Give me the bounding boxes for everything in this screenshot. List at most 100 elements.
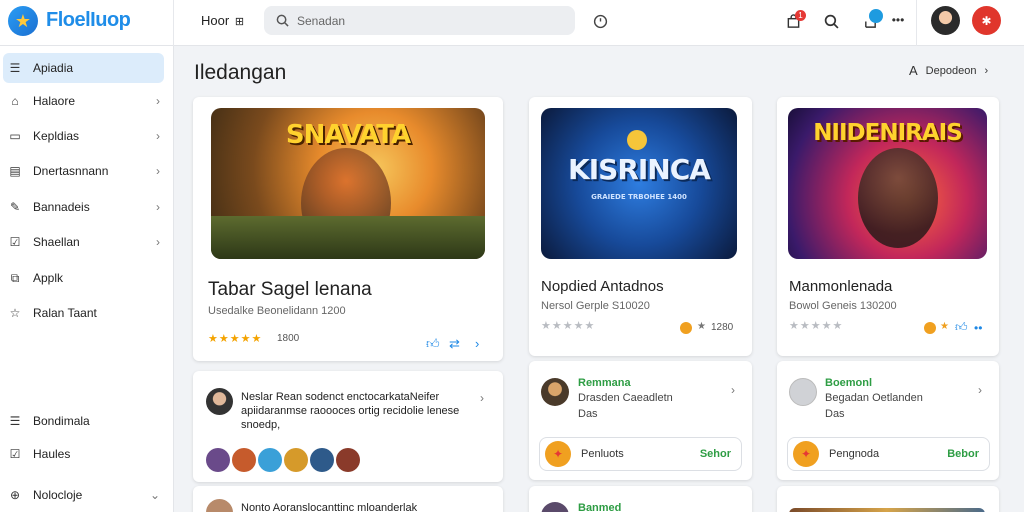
sidebar-item-label: Kepldias xyxy=(33,129,80,143)
sidebar-item-label: Ralan Taant xyxy=(33,306,97,320)
comment-card[interactable]: Neslar Rean sodenct enctocarkataNeifer a… xyxy=(193,371,503,482)
player-card[interactable]: Remmana Drasden Caeadletn Das › ✦ Penluo… xyxy=(529,361,752,480)
sidebar-item-label: Shaellan xyxy=(33,235,80,249)
chevron-right-icon: › xyxy=(156,129,160,143)
app-logo-icon[interactable]: ★ xyxy=(8,6,38,36)
pill-action-button[interactable]: Sehor xyxy=(700,448,731,460)
sidebar-item[interactable]: ⧉ Applk xyxy=(3,263,164,293)
character-figure xyxy=(858,148,938,248)
pill-action-button[interactable]: Bebor xyxy=(947,448,979,460)
chevron-right-icon[interactable]: › xyxy=(978,383,982,397)
action-pill[interactable]: ✦ Pengnoda Bebor xyxy=(787,437,990,471)
more-icon[interactable]: ••• xyxy=(888,11,908,29)
avatar[interactable] xyxy=(284,448,308,472)
sidebar-item[interactable]: ▭ Kepldias › xyxy=(3,121,164,151)
sidebar-item[interactable]: ☆ Ralan Taant xyxy=(3,298,164,328)
player-name: Remmana xyxy=(578,377,631,389)
search-bar[interactable] xyxy=(264,6,575,35)
divider xyxy=(173,0,174,46)
sidebar-item[interactable]: ⊕ Nolocloje ⌄ xyxy=(3,480,164,510)
ground xyxy=(211,216,485,259)
avatar[interactable] xyxy=(931,6,960,35)
game-subtitle: Nersol Gerple S10020 xyxy=(541,300,650,312)
edit-icon: ✎ xyxy=(9,200,21,214)
clock-icon[interactable] xyxy=(591,12,609,30)
app-brand[interactable]: FloelIuop xyxy=(46,9,131,32)
sidebar: ☰ Apiadia ⌂ Halaore › ▭ Kepldias › ▤ Dnertasnnann… xyxy=(0,46,174,512)
sort-icon: A xyxy=(909,63,918,78)
grid-icon: ⊞ xyxy=(234,16,245,28)
player-name: Boemonl xyxy=(825,377,873,389)
sidebar-item[interactable]: ☑ Haules xyxy=(3,439,164,469)
player-card[interactable]: Banmed xyxy=(529,486,752,512)
game-art xyxy=(789,508,985,512)
action-pill[interactable]: ✦ Penluots Sehor xyxy=(539,437,742,471)
divider xyxy=(916,0,917,46)
more-icon[interactable]: •• xyxy=(974,321,982,335)
coin-icon xyxy=(924,322,936,334)
avatar[interactable] xyxy=(232,448,256,472)
game-card[interactable]: KISRINCA GRAIEDE TRBOHEE 1400 Nopdied An… xyxy=(529,97,752,356)
avatar[interactable] xyxy=(336,448,360,472)
avatar[interactable] xyxy=(258,448,282,472)
sort-link[interactable]: A Depodeon › xyxy=(909,63,988,78)
search-input[interactable] xyxy=(297,13,537,28)
comment-text: Nonto Aoranslocanttinc mloanderlak xyxy=(241,502,418,512)
sidebar-item[interactable]: ☑ Shaellan › xyxy=(3,227,164,257)
sidebar-item-label: Nolocloje xyxy=(33,488,83,502)
featured-game-card[interactable]: SNAVATA Tabar Sagel lenana Usedalke Beon… xyxy=(193,97,503,361)
notification-badge: 1 xyxy=(795,10,806,21)
sidebar-item[interactable]: ✎ Bannadeis › xyxy=(3,192,164,222)
avatar-row xyxy=(206,448,360,472)
avatar xyxy=(541,502,569,512)
check-icon: ☑ xyxy=(9,447,21,461)
comment-card[interactable]: Nonto Aoranslocanttinc mloanderlak xyxy=(193,486,503,512)
puzzle-icon: ⧉ xyxy=(10,270,20,285)
star-icon: ★ xyxy=(940,321,949,332)
list-icon: ☰ xyxy=(9,414,21,428)
sidebar-item-label: Bondimala xyxy=(33,414,90,428)
avatar xyxy=(541,378,569,406)
globe-icon: ⊕ xyxy=(9,488,21,502)
game-title: Tabar Sagel lenana xyxy=(208,279,372,300)
avatar xyxy=(789,378,817,406)
chat-icon[interactable] xyxy=(869,9,883,23)
like-icon[interactable]: 👍︎ xyxy=(955,320,968,335)
home-link[interactable]: Hoor ⊞ xyxy=(201,13,244,28)
art-title: KISRINCA xyxy=(568,153,711,186)
sidebar-item[interactable]: ⌂ Halaore › xyxy=(3,86,164,116)
avatar[interactable] xyxy=(310,448,334,472)
rating-stars: ★★★★★ xyxy=(789,320,844,332)
top-bar: ★ FloelIuop Hoor ⊞ 1 ••• ✱ xyxy=(0,0,1024,46)
search-icon xyxy=(276,14,289,27)
player-card[interactable]: Boemonl Begadan Oetlanden Das › ✦ Pengno… xyxy=(777,361,999,480)
chevron-right-icon[interactable]: › xyxy=(731,383,735,397)
art-title: NIIDENIRAIS xyxy=(813,120,963,146)
page-title: Iledangan xyxy=(194,61,287,84)
window-icon: ▭ xyxy=(9,129,21,143)
sidebar-item[interactable]: ▤ Dnertasnnann › xyxy=(3,156,164,186)
art-title: SNAVATA xyxy=(285,120,411,150)
chevron-right-icon[interactable]: › xyxy=(475,336,479,351)
sidebar-item-label: Dnertasnnann xyxy=(33,164,109,178)
game-subtitle: Bowol Geneis 130200 xyxy=(789,300,897,312)
sort-label: Depodeon xyxy=(925,64,977,77)
star-icon: ☆ xyxy=(9,306,21,320)
like-icon[interactable]: 👍︎ xyxy=(426,336,440,352)
avatar[interactable] xyxy=(206,448,230,472)
sidebar-item[interactable]: ☰ Apiadia xyxy=(3,53,164,83)
search-icon[interactable] xyxy=(822,12,840,30)
sidebar-item[interactable]: ☰ Bondimala xyxy=(3,406,164,436)
coin-icon xyxy=(680,322,692,334)
player-card[interactable] xyxy=(777,486,999,512)
game-subtitle: Usedalke Beonelidann 1200 xyxy=(208,305,346,317)
chevron-right-icon[interactable]: › xyxy=(480,391,484,405)
chevron-right-icon: › xyxy=(156,164,160,178)
share-icon[interactable]: ⇄ xyxy=(449,336,460,352)
game-title: Nopdied Antadnos xyxy=(541,278,664,295)
profile-avatar-icon[interactable]: ✱ xyxy=(972,6,1001,35)
home-label: Hoor xyxy=(201,13,230,28)
home-icon: ⌂ xyxy=(11,94,19,108)
game-card[interactable]: NIIDENIRAIS Manmonlenada Bowol Geneis 13… xyxy=(777,97,999,356)
rating-count: 1280 xyxy=(711,322,734,333)
